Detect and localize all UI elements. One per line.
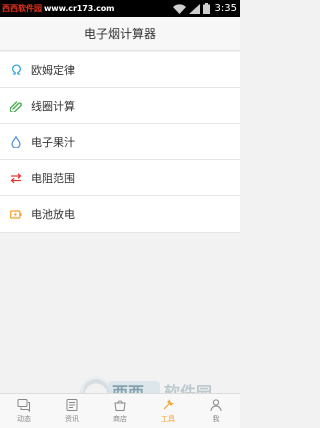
battery-icon: [10, 208, 22, 220]
tab-label: 资讯: [65, 415, 79, 423]
store-icon: [114, 400, 126, 411]
omega-icon: [10, 64, 22, 76]
paperclip-icon: [10, 100, 22, 112]
drop-icon: [10, 135, 22, 148]
tab-label: 动态: [17, 415, 31, 423]
menu-item-label: 电阻范围: [31, 171, 75, 185]
menu-item-label: 欧姆定律: [31, 63, 75, 77]
news-icon: [66, 399, 78, 411]
menu-item-resistance-range[interactable]: 电阻范围: [0, 160, 240, 196]
title-bar: 电子烟计算器: [0, 17, 240, 51]
bottom-tab-bar: 动态 资讯 商店 工具 我: [0, 393, 240, 428]
tab-tools[interactable]: 工具: [144, 394, 192, 428]
tab-news[interactable]: 资讯: [48, 394, 96, 428]
tab-label: 工具: [161, 415, 175, 423]
menu-item-e-juice[interactable]: 电子果汁: [0, 124, 240, 160]
tab-store[interactable]: 商店: [96, 394, 144, 428]
battery-status-icon: [202, 3, 210, 14]
watermark-url: www.cr173.com: [44, 4, 115, 13]
tool-menu-list: 欧姆定律 线圈计算 电子果汁 电阻范围 电池放电: [0, 52, 240, 233]
status-bar: 西西软件园 www.cr173.com 3:35: [0, 0, 240, 17]
tab-label: 商店: [113, 415, 127, 423]
menu-item-coil-calc[interactable]: 线圈计算: [0, 88, 240, 124]
wifi-icon: [172, 3, 186, 14]
status-icons: 3:35: [172, 1, 237, 16]
watermark-brand: 西西软件园: [2, 4, 42, 13]
tools-icon: [163, 399, 174, 410]
menu-item-label: 线圈计算: [31, 99, 75, 113]
chat-icon: [17, 399, 30, 412]
tab-label: 我: [212, 415, 220, 423]
tab-me[interactable]: 我: [192, 394, 240, 428]
menu-item-label: 电子果汁: [31, 135, 75, 149]
status-time: 3:35: [214, 3, 237, 14]
menu-item-ohm-law[interactable]: 欧姆定律: [0, 52, 240, 88]
watermark-text: 西西软件园 www.cr173.com: [2, 3, 115, 14]
page-title: 电子烟计算器: [83, 27, 156, 41]
menu-item-label: 电池放电: [31, 208, 75, 221]
signal-icon: [188, 3, 200, 14]
swap-arrows-icon: [10, 172, 22, 184]
user-icon: [210, 399, 222, 412]
menu-item-battery-discharge[interactable]: 电池放电: [0, 196, 240, 232]
tab-dynamic[interactable]: 动态: [0, 394, 48, 428]
